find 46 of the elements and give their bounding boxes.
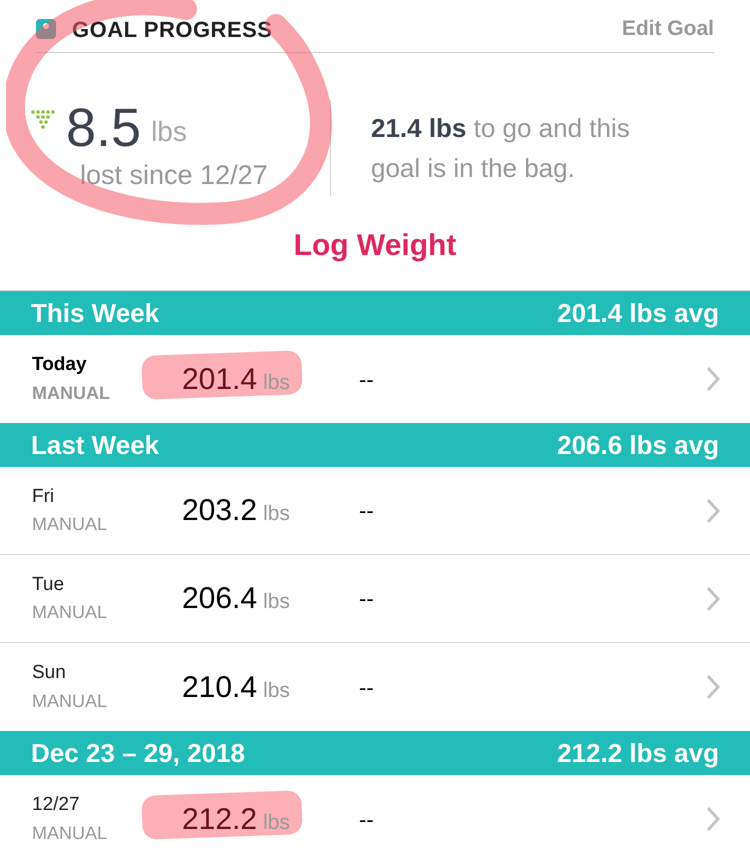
entry-day: Today (32, 351, 182, 380)
lost-caption: lost since 12/27 (80, 158, 269, 192)
entry-source: MANUAL (32, 382, 111, 405)
chevron-right-icon (706, 806, 720, 832)
unit-label: lbs (263, 810, 290, 836)
scale-icon (36, 19, 56, 39)
entry-source: MANUAL (32, 690, 108, 713)
section-title: GOAL PROGRESS (72, 16, 272, 44)
log-weight-button[interactable]: Log Weight (294, 223, 456, 268)
weight-value: 203.2 (182, 493, 258, 529)
entry-day: Sun (32, 659, 182, 688)
section-header: Last Week 206.6 lbs avg (0, 423, 750, 467)
entry-day: Fri (32, 482, 182, 512)
chevron-right-icon (706, 586, 720, 612)
unit-label: lbs (263, 678, 290, 704)
fat-value: -- (359, 806, 375, 834)
entry-day: Tue (32, 570, 182, 600)
entry-day: 12/27 (32, 791, 182, 820)
weight-entry[interactable]: 12/27 MANUAL 212.2 lbs -- (0, 775, 750, 859)
section-header: Dec 23 – 29, 2018 212.2 lbs avg (0, 731, 750, 775)
fat-value: -- (359, 674, 375, 702)
chevron-right-icon (706, 366, 720, 392)
unit-label: lbs (263, 370, 290, 396)
weight-entry[interactable]: Today MANUAL 201.4 lbs -- (0, 335, 750, 423)
entry-source: MANUAL (32, 601, 108, 624)
fat-value: -- (359, 366, 375, 394)
dotted-arrow-icon (30, 108, 56, 129)
weight-value: 201.4 (182, 362, 258, 398)
unit-label: lbs (151, 114, 187, 149)
section-header: This Week 201.4 lbs avg (0, 291, 750, 335)
lost-value: 8.5 (66, 100, 142, 155)
chevron-right-icon (706, 498, 720, 524)
entry-source: MANUAL (32, 822, 108, 845)
weight-value: 210.4 (182, 670, 258, 706)
chevron-right-icon (706, 674, 720, 700)
entry-source: MANUAL (32, 513, 108, 536)
weight-entry[interactable]: Fri MANUAL 203.2 lbs -- (0, 467, 750, 555)
fat-value: -- (359, 497, 375, 525)
unit-label: lbs (263, 501, 290, 527)
goal-message: 21.4 lbs to go and this goal is in the bag. (371, 112, 631, 185)
unit-label: lbs (263, 589, 290, 615)
weight-entry[interactable]: Sun MANUAL 210.4 lbs -- (0, 643, 750, 731)
weight-entry[interactable]: Tue MANUAL 206.4 lbs -- (0, 555, 750, 643)
fat-value: -- (359, 585, 375, 613)
weight-value: 206.4 (182, 581, 258, 617)
weight-value: 212.2 (182, 802, 258, 838)
